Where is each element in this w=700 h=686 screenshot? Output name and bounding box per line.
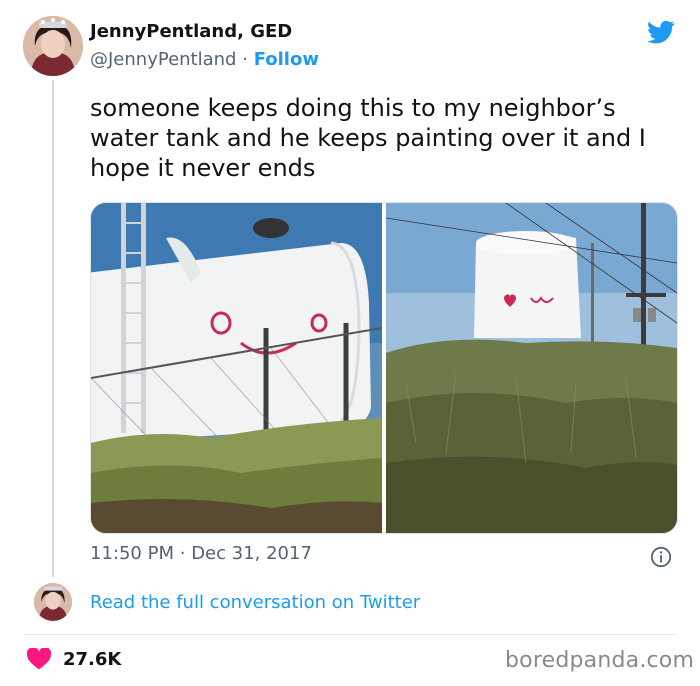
tweet-media[interactable] xyxy=(90,202,678,534)
info-icon[interactable] xyxy=(650,546,672,568)
watermark: boredpanda.com xyxy=(505,648,695,673)
timestamp-separator: · xyxy=(179,543,186,564)
author-display-name[interactable]: JennyPentland, GED xyxy=(90,21,292,42)
read-conversation-link[interactable]: Read the full conversation on Twitter xyxy=(90,592,420,613)
tweet-text: someone keeps doing this to my neighbor’… xyxy=(90,94,646,182)
divider xyxy=(24,634,676,635)
water-tank-photo-close[interactable] xyxy=(91,203,382,533)
water-tank-photo-distant[interactable] xyxy=(386,203,677,533)
author-handle[interactable]: @JennyPentland xyxy=(90,49,236,70)
author-avatar[interactable] xyxy=(23,16,83,76)
tweet-time: 11:50 PM xyxy=(90,543,174,564)
twitter-bird-icon[interactable] xyxy=(646,18,676,46)
thread-line xyxy=(52,80,54,577)
tweet-timestamp[interactable]: 11:50 PM · Dec 31, 2017 xyxy=(90,543,312,564)
tweet-date: Dec 31, 2017 xyxy=(191,543,312,564)
like-count[interactable]: 27.6K xyxy=(63,649,121,670)
reply-avatar[interactable] xyxy=(34,583,72,621)
author-handle-row: @JennyPentland · Follow xyxy=(90,49,319,70)
follow-button[interactable]: Follow xyxy=(254,49,319,70)
handle-separator: · xyxy=(242,49,248,70)
heart-icon[interactable] xyxy=(27,648,51,670)
